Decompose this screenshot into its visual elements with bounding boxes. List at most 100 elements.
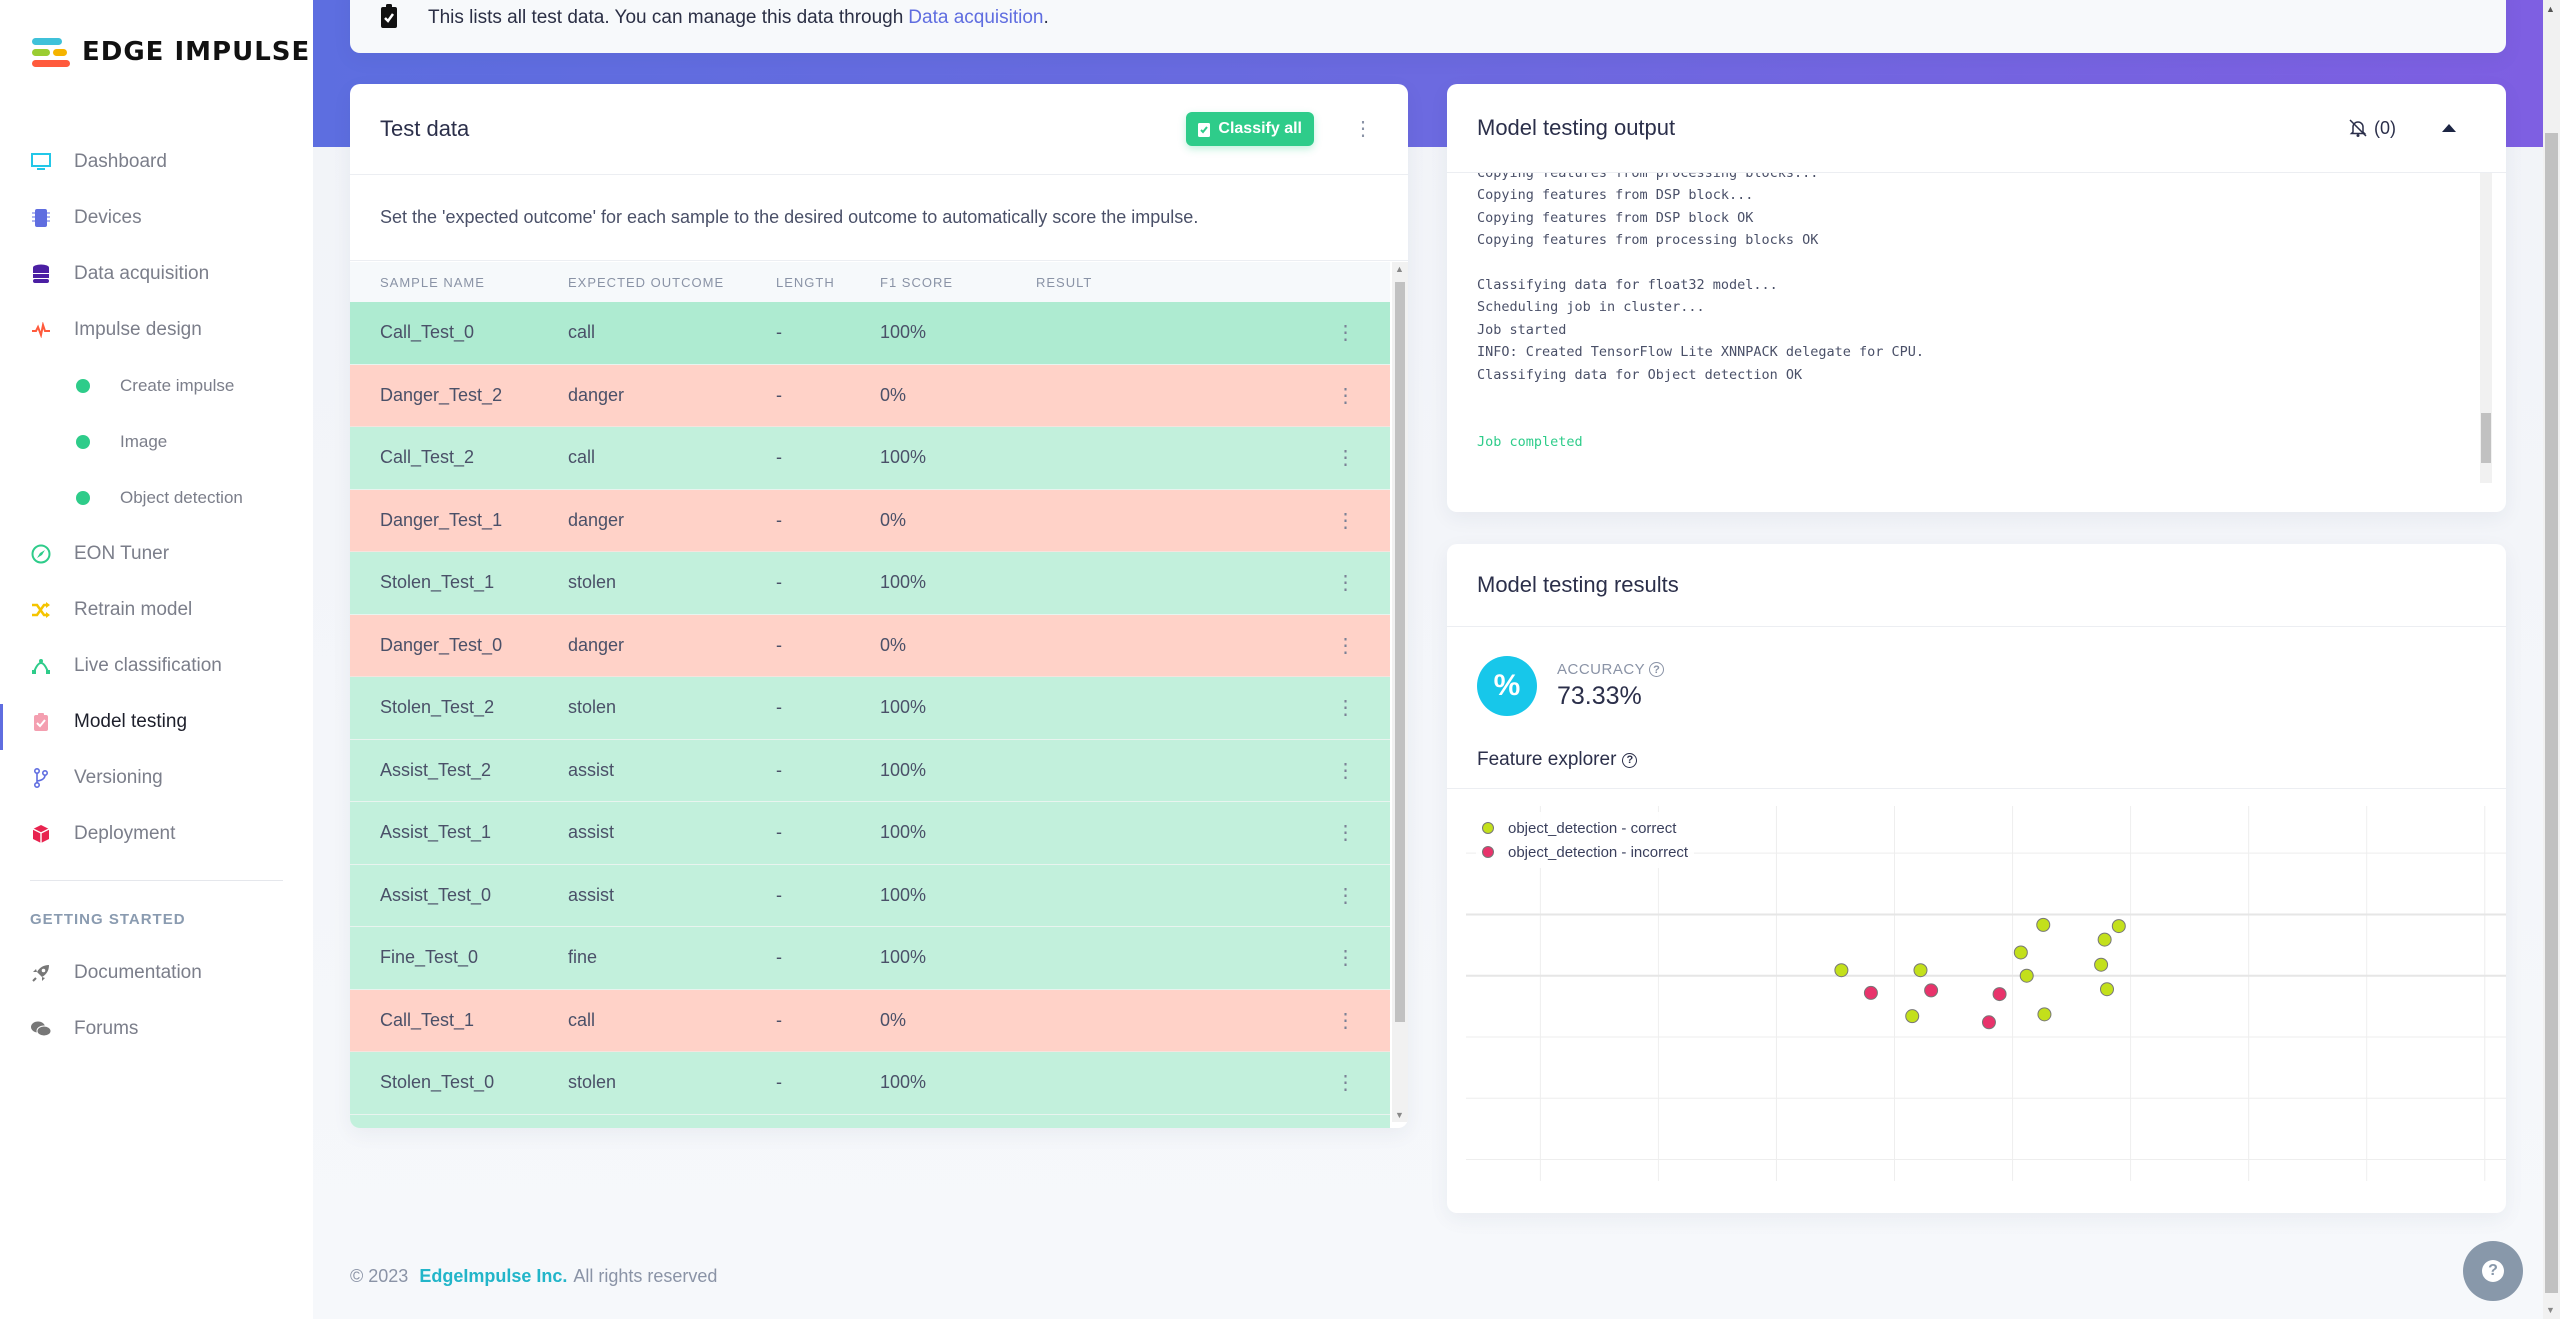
col-result[interactable]: RESULT <box>1036 275 1301 290</box>
sidebar-item-image[interactable]: Image <box>0 414 313 470</box>
table-row[interactable]: Stolen_Test_0 stolen - 100% ⋮ <box>350 1052 1390 1115</box>
cell-sample-name[interactable]: Stolen_Test_2 <box>350 697 568 718</box>
cell-expected-outcome[interactable]: danger <box>568 635 776 656</box>
page-scroll-down-icon[interactable]: ▼ <box>2546 1305 2555 1315</box>
table-row[interactable]: Stolen_Test_1 stolen - 100% ⋮ <box>350 552 1390 615</box>
data-point-correct[interactable] <box>2097 932 2112 947</box>
notifications-toggle[interactable]: (0) <box>2348 118 2396 139</box>
cell-expected-outcome[interactable]: fine <box>568 947 776 968</box>
data-acquisition-link[interactable]: Data acquisition <box>908 7 1043 29</box>
cell-expected-outcome[interactable]: call <box>568 1010 776 1031</box>
classify-all-button[interactable]: Classify all <box>1186 112 1314 146</box>
scroll-down-arrow-icon[interactable]: ▼ <box>1395 1110 1404 1120</box>
table-row[interactable]: Assist_Test_2 assist - 100% ⋮ <box>350 739 1390 802</box>
cell-sample-name[interactable]: Danger_Test_0 <box>350 635 568 656</box>
cell-expected-outcome[interactable]: call <box>568 447 776 468</box>
data-point-correct[interactable] <box>2019 968 2034 983</box>
legend-item-correct[interactable]: object_detection - correct <box>1482 816 1688 840</box>
sidebar-item-versioning[interactable]: Versioning <box>0 750 313 806</box>
row-more-menu-icon[interactable]: ⋮ <box>1301 820 1390 845</box>
cell-expected-outcome[interactable]: stolen <box>568 697 776 718</box>
cell-expected-outcome[interactable]: assist <box>568 760 776 781</box>
cell-sample-name[interactable]: Danger_Test_2 <box>350 385 568 406</box>
log-scroll-thumb[interactable] <box>2481 413 2491 463</box>
row-more-menu-icon[interactable]: ⋮ <box>1301 383 1390 408</box>
cell-sample-name[interactable]: Call_Test_0 <box>350 322 568 343</box>
col-sample-name[interactable]: SAMPLE NAME <box>350 275 568 290</box>
table-row[interactable]: Assist_Test_1 assist - 100% ⋮ <box>350 802 1390 865</box>
cell-expected-outcome[interactable]: danger <box>568 510 776 531</box>
data-point-incorrect[interactable] <box>1863 985 1878 1000</box>
row-more-menu-icon[interactable]: ⋮ <box>1301 1008 1390 1033</box>
cell-expected-outcome[interactable]: danger <box>568 385 776 406</box>
col-expected-outcome[interactable]: EXPECTED OUTCOME <box>568 275 776 290</box>
data-point-incorrect[interactable] <box>1992 987 2007 1002</box>
scroll-up-arrow-icon[interactable]: ▲ <box>1395 264 1404 274</box>
cell-sample-name[interactable]: Call_Test_2 <box>350 447 568 468</box>
help-button[interactable]: ? <box>2463 1241 2523 1301</box>
page-scrollbar[interactable]: ▲ ▼ <box>2543 0 2560 1319</box>
page-scroll-thumb[interactable] <box>2545 133 2558 1293</box>
cell-sample-name[interactable]: Call_Test_1 <box>350 1010 568 1031</box>
row-more-menu-icon[interactable]: ⋮ <box>1301 320 1390 345</box>
sidebar-item-documentation[interactable]: Documentation <box>0 945 313 1001</box>
table-row[interactable]: Call_Test_0 call - 100% ⋮ <box>350 302 1390 365</box>
table-row[interactable]: Fine_Test_0 fine - 100% ⋮ <box>350 927 1390 990</box>
feature-explorer-plot[interactable]: object_detection - correct object_detect… <box>1466 806 2506 1181</box>
sidebar-item-deployment[interactable]: Deployment <box>0 806 313 862</box>
legend-item-incorrect[interactable]: object_detection - incorrect <box>1482 840 1688 864</box>
sidebar-item-live-classification[interactable]: Live classification <box>0 638 313 694</box>
cell-expected-outcome[interactable]: stolen <box>568 572 776 593</box>
table-row[interactable]: Call_Test_1 call - 0% ⋮ <box>350 989 1390 1052</box>
log-scrollbar[interactable] <box>2480 173 2492 483</box>
table-row[interactable]: Stolen_Test_2 stolen - 100% ⋮ <box>350 677 1390 740</box>
table-scroll-thumb[interactable] <box>1395 282 1405 1022</box>
footer-company-link[interactable]: EdgeImpulse Inc. <box>419 1266 567 1286</box>
row-more-menu-icon[interactable]: ⋮ <box>1301 883 1390 908</box>
data-point-incorrect[interactable] <box>1924 983 1939 998</box>
sidebar-item-dashboard[interactable]: Dashboard <box>0 134 313 190</box>
table-row[interactable]: Assist_Test_0 assist - 100% ⋮ <box>350 864 1390 927</box>
cell-expected-outcome[interactable]: assist <box>568 885 776 906</box>
row-more-menu-icon[interactable]: ⋮ <box>1301 508 1390 533</box>
sidebar-item-object-detection[interactable]: Object detection <box>0 470 313 526</box>
cell-sample-name[interactable]: Fine_Test_0 <box>350 947 568 968</box>
row-more-menu-icon[interactable]: ⋮ <box>1301 758 1390 783</box>
data-point-correct[interactable] <box>1905 1009 1920 1024</box>
data-point-correct[interactable] <box>2037 1007 2052 1022</box>
data-point-correct[interactable] <box>2099 982 2114 997</box>
data-point-correct[interactable] <box>1913 963 1928 978</box>
help-question-icon[interactable]: ? <box>1649 662 1665 677</box>
data-point-correct[interactable] <box>2111 919 2126 934</box>
cell-expected-outcome[interactable]: assist <box>568 822 776 843</box>
table-row[interactable] <box>350 1114 1390 1128</box>
sidebar-item-forums[interactable]: Forums <box>0 1001 313 1057</box>
sidebar-item-data-acquisition[interactable]: Data acquisition <box>0 246 313 302</box>
sidebar-item-eon-tuner[interactable]: EON Tuner <box>0 526 313 582</box>
col-f1-score[interactable]: F1 SCORE <box>880 275 1036 290</box>
cell-sample-name[interactable]: Assist_Test_1 <box>350 822 568 843</box>
sidebar-item-model-testing[interactable]: Model testing <box>0 694 313 750</box>
row-more-menu-icon[interactable]: ⋮ <box>1301 1070 1390 1095</box>
row-more-menu-icon[interactable]: ⋮ <box>1301 570 1390 595</box>
row-more-menu-icon[interactable]: ⋮ <box>1301 633 1390 658</box>
col-length[interactable]: LENGTH <box>776 275 880 290</box>
sidebar-item-impulse-design[interactable]: Impulse design <box>0 302 313 358</box>
cell-sample-name[interactable]: Assist_Test_2 <box>350 760 568 781</box>
cell-expected-outcome[interactable]: stolen <box>568 1072 776 1093</box>
table-row[interactable]: Danger_Test_2 danger - 0% ⋮ <box>350 364 1390 427</box>
table-row[interactable]: Danger_Test_1 danger - 0% ⋮ <box>350 489 1390 552</box>
sidebar-item-retrain-model[interactable]: Retrain model <box>0 582 313 638</box>
table-row[interactable]: Call_Test_2 call - 100% ⋮ <box>350 427 1390 490</box>
test-data-more-menu-icon[interactable]: ⋮ <box>1348 119 1378 139</box>
table-scrollbar[interactable]: ▲ ▼ <box>1392 262 1408 1122</box>
logo[interactable]: EDGE IMPULSE <box>30 36 310 68</box>
help-question-icon[interactable]: ? <box>1622 752 1638 768</box>
sidebar-item-create-impulse[interactable]: Create impulse <box>0 358 313 414</box>
page-scroll-up-icon[interactable]: ▲ <box>2546 4 2555 14</box>
row-more-menu-icon[interactable]: ⋮ <box>1301 445 1390 470</box>
cell-sample-name[interactable]: Stolen_Test_0 <box>350 1072 568 1093</box>
data-point-incorrect[interactable] <box>1981 1015 1996 1030</box>
table-row[interactable]: Danger_Test_0 danger - 0% ⋮ <box>350 614 1390 677</box>
sidebar-item-devices[interactable]: Devices <box>0 190 313 246</box>
